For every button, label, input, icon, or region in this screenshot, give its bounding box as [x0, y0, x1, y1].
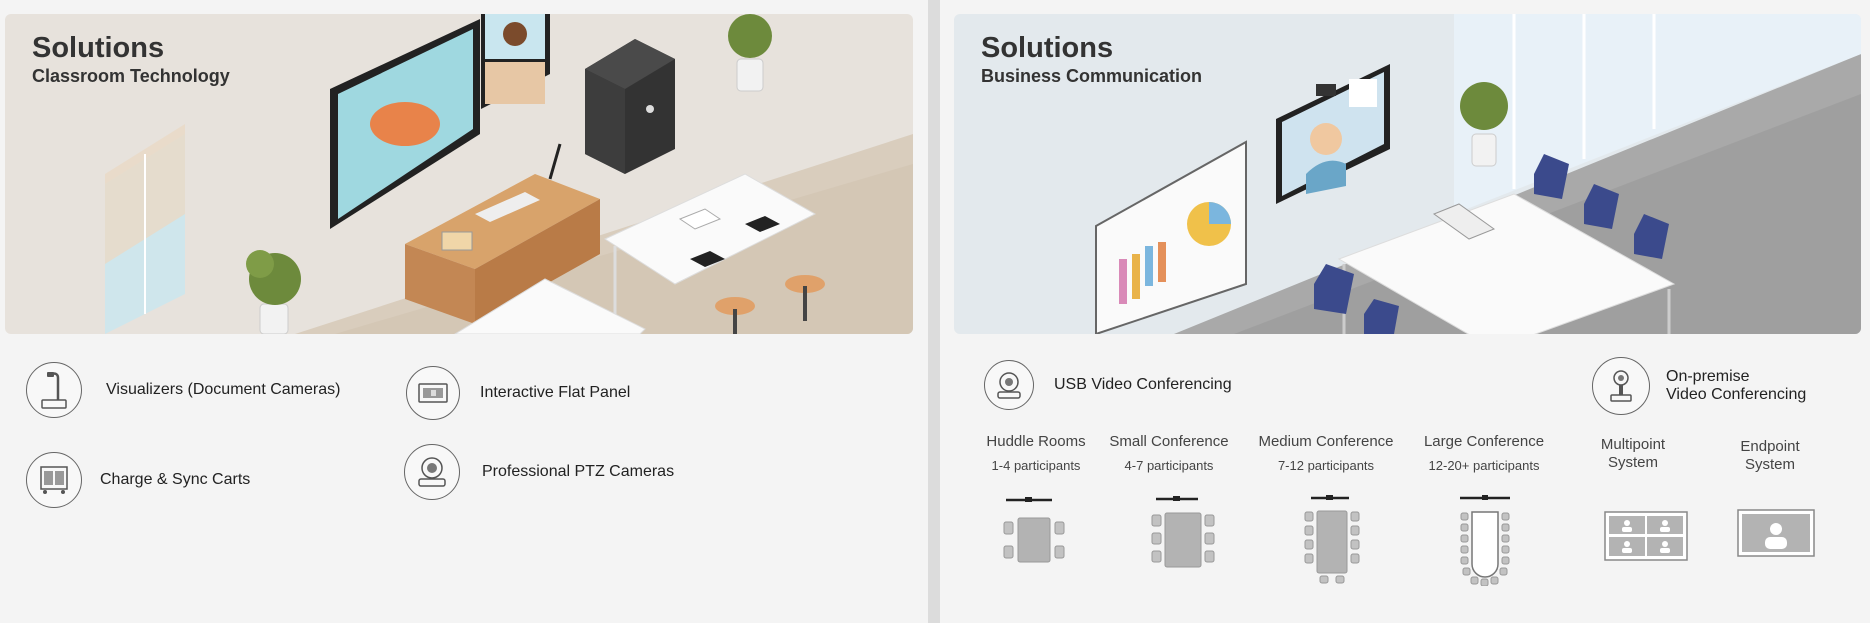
- item-usb-video-conferencing[interactable]: USB Video Conferencing: [984, 360, 1232, 410]
- huddle-rooms-participants: 1-4 participants: [991, 458, 1081, 473]
- endpoint-system-title: Endpoint System: [1740, 438, 1800, 473]
- item-ptz-cameras[interactable]: Professional PTZ Cameras: [404, 444, 674, 500]
- business-subtitle: Business Communication: [981, 66, 1203, 86]
- business-illustration: Solutions Business Communication: [954, 14, 1861, 334]
- multipoint-system-title: Multipoint System: [1600, 436, 1666, 471]
- multipoint-grid-icon: [1604, 511, 1688, 561]
- usb-video-conferencing-label: USB Video Conferencing: [1054, 376, 1232, 393]
- flat-panel-icon: [406, 366, 460, 420]
- item-visualizers[interactable]: Visualizers (Document Cameras): [26, 362, 340, 418]
- category-huddle-rooms[interactable]: Huddle Rooms 1-4 participants: [984, 433, 1088, 473]
- classroom-subtitle: Classroom Technology: [32, 66, 230, 86]
- category-multipoint-system[interactable]: Multipoint System: [1590, 436, 1676, 472]
- item-onprem-video-conferencing[interactable]: On-premise Video Conferencing: [1592, 357, 1806, 415]
- category-medium-conference[interactable]: Medium Conference 7-12 participants: [1255, 433, 1397, 473]
- flat-panel-label: Interactive Flat Panel: [480, 384, 631, 401]
- charge-sync-carts-label: Charge & Sync Carts: [100, 471, 251, 488]
- ptz-cameras-label: Professional PTZ Cameras: [482, 463, 675, 480]
- plant-right: [728, 14, 772, 92]
- small-conference-layout-icon: [1151, 496, 1215, 568]
- large-conference-layout-icon: [1460, 495, 1510, 586]
- large-conference-title: Large Conference: [1423, 433, 1545, 450]
- medium-conference-layout-icon: [1304, 495, 1360, 584]
- huddle-room-layout-icon: [1003, 497, 1065, 563]
- video-call-display: [1276, 64, 1390, 204]
- visualizers-label: Visualizers (Document Cameras): [106, 381, 341, 398]
- item-charge-sync-carts[interactable]: Charge & Sync Carts: [26, 452, 250, 508]
- charging-cabinet: [585, 39, 675, 174]
- whiteboard: [1095, 140, 1247, 334]
- category-endpoint-system[interactable]: Endpoint System: [1728, 438, 1812, 474]
- category-large-conference[interactable]: Large Conference 12-20+ participants: [1420, 433, 1548, 473]
- onprem-video-conferencing-label: On-premise Video Conferencing: [1666, 368, 1807, 403]
- medium-conference-title: Medium Conference: [1258, 433, 1394, 450]
- classroom-title: Solutions: [32, 32, 165, 64]
- small-conference-participants: 4-7 participants: [1124, 458, 1214, 473]
- small-conference-title: Small Conference: [1109, 433, 1229, 450]
- classroom-panel: Solutions Classroom Technology Visualize…: [0, 0, 928, 623]
- large-conference-participants: 12-20+ participants: [1428, 458, 1540, 473]
- huddle-rooms-title: Huddle Rooms: [986, 433, 1086, 450]
- ptz-camera-icon: [404, 444, 460, 500]
- endpoint-screen-icon: [1737, 509, 1815, 557]
- medium-conference-participants: 7-12 participants: [1277, 458, 1375, 473]
- business-panel: Solutions Business Communication USB Vid…: [940, 0, 1870, 623]
- item-interactive-flat-panel[interactable]: Interactive Flat Panel: [406, 366, 630, 420]
- charging-cart-icon: [26, 452, 82, 508]
- plant-left: [246, 250, 301, 334]
- classroom-illustration: Solutions Classroom Technology: [5, 14, 913, 334]
- usb-camera-icon: [984, 360, 1034, 410]
- onprem-camera-icon: [1592, 357, 1650, 415]
- category-small-conference[interactable]: Small Conference 4-7 participants: [1108, 433, 1230, 473]
- business-title: Solutions: [981, 32, 1114, 64]
- classroom-window: [105, 124, 185, 334]
- document-camera-icon: [26, 362, 82, 418]
